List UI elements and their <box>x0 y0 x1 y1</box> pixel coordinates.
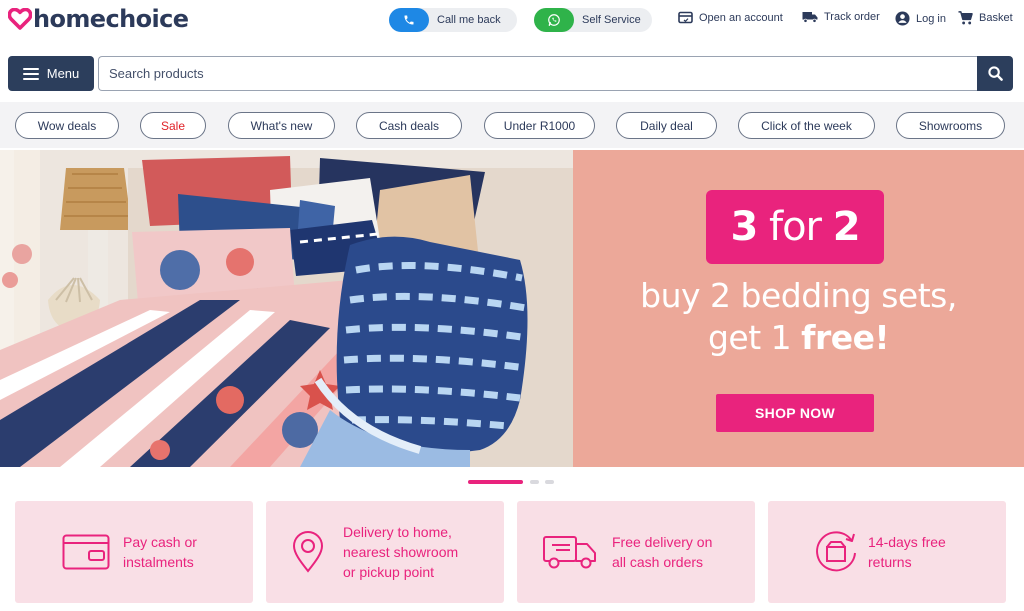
open-account-link[interactable]: Open an account <box>678 11 783 24</box>
cart-icon <box>958 11 973 25</box>
badge-number-2: 2 <box>832 204 861 250</box>
menu-label: Menu <box>46 66 80 81</box>
user-icon <box>895 11 910 26</box>
promo-panel: 3 for 2 buy 2 bedding sets, get 1 free! … <box>573 150 1024 467</box>
benefit-line-1: Free delivery on <box>612 534 713 550</box>
search-icon <box>987 66 1003 81</box>
chip-sale[interactable]: Sale <box>140 112 206 139</box>
top-bar: homechoice Call me back Self Service Ope… <box>0 0 1024 44</box>
benefit-line-3: or pickup point <box>343 564 435 580</box>
chip-whats-new[interactable]: What's new <box>228 112 335 139</box>
location-pin-icon <box>292 531 324 573</box>
three-for-two-badge: 3 for 2 <box>706 190 884 264</box>
promo-line-2-prefix: get 1 <box>707 318 802 357</box>
benefit-text: 14-days free returns <box>868 532 946 572</box>
hero-banner[interactable]: 3 for 2 buy 2 bedding sets, get 1 free! … <box>0 150 1024 467</box>
search-placeholder: Search products <box>109 66 204 81</box>
benefit-line-2: all cash orders <box>612 554 704 570</box>
return-box-icon <box>816 531 856 572</box>
benefit-line-1: 14-days free <box>868 534 946 550</box>
wallet-card-icon <box>62 534 110 570</box>
badge-number-1: 3 <box>730 204 758 250</box>
basket-link[interactable]: Basket <box>958 11 1013 25</box>
benefit-pay-cash: Pay cash or instalments <box>15 501 253 603</box>
benefit-line-2: nearest showroom <box>343 544 459 560</box>
promo-line-2-bold: free! <box>801 318 890 357</box>
hamburger-icon <box>22 67 39 80</box>
homechoice-logo[interactable]: homechoice <box>8 5 189 33</box>
carousel-dot-2[interactable] <box>530 480 539 484</box>
benefit-line-1: Pay cash or <box>123 534 197 550</box>
benefit-text: Delivery to home, nearest showroom or pi… <box>343 522 458 582</box>
chip-click-of-the-week[interactable]: Click of the week <box>738 112 875 139</box>
chip-wow-deals[interactable]: Wow deals <box>15 112 119 139</box>
menu-button[interactable]: Menu <box>8 56 94 91</box>
benefit-free-delivery: Free delivery on all cash orders <box>517 501 755 603</box>
card-icon <box>678 11 693 24</box>
heart-logo-icon <box>8 8 32 30</box>
benefit-line-2: instalments <box>123 554 194 570</box>
truck-icon <box>802 12 818 23</box>
self-service-button[interactable]: Self Service <box>534 8 652 32</box>
track-order-label: Track order <box>824 11 880 23</box>
benefit-text: Free delivery on all cash orders <box>612 532 712 572</box>
benefit-delivery-options: Delivery to home, nearest showroom or pi… <box>266 501 504 603</box>
promo-line-1: buy 2 bedding sets, <box>640 276 957 315</box>
call-me-back-label: Call me back <box>437 14 501 26</box>
bedding-photo <box>0 150 573 467</box>
shop-now-button[interactable]: SHOP NOW <box>716 394 874 432</box>
chip-under-r1000[interactable]: Under R1000 <box>484 112 595 139</box>
search-input[interactable]: Search products <box>98 56 978 91</box>
self-service-label: Self Service <box>582 14 641 26</box>
brand-name: homechoice <box>33 5 189 33</box>
delivery-truck-icon <box>543 536 596 569</box>
chip-daily-deal[interactable]: Daily deal <box>616 112 717 139</box>
basket-label: Basket <box>979 12 1013 24</box>
benefit-line-2: returns <box>868 554 912 570</box>
benefit-free-returns: 14-days free returns <box>768 501 1006 603</box>
carousel-dot-3[interactable] <box>545 480 554 484</box>
promo-line-2: get 1 free! <box>573 318 1024 357</box>
phone-icon <box>389 8 429 32</box>
call-me-back-button[interactable]: Call me back <box>389 8 517 32</box>
benefit-text: Pay cash or instalments <box>123 532 197 572</box>
chip-cash-deals[interactable]: Cash deals <box>356 112 462 139</box>
open-account-label: Open an account <box>699 11 783 24</box>
search-button[interactable] <box>977 56 1013 91</box>
log-in-label: Log in <box>916 12 946 25</box>
whatsapp-icon <box>534 8 574 32</box>
carousel-dot-1[interactable] <box>468 480 523 484</box>
benefit-line-1: Delivery to home, <box>343 524 452 540</box>
chip-showrooms[interactable]: Showrooms <box>896 112 1005 139</box>
badge-word: for <box>769 204 822 250</box>
log-in-link[interactable]: Log in <box>895 11 946 26</box>
track-order-link[interactable]: Track order <box>802 11 880 23</box>
